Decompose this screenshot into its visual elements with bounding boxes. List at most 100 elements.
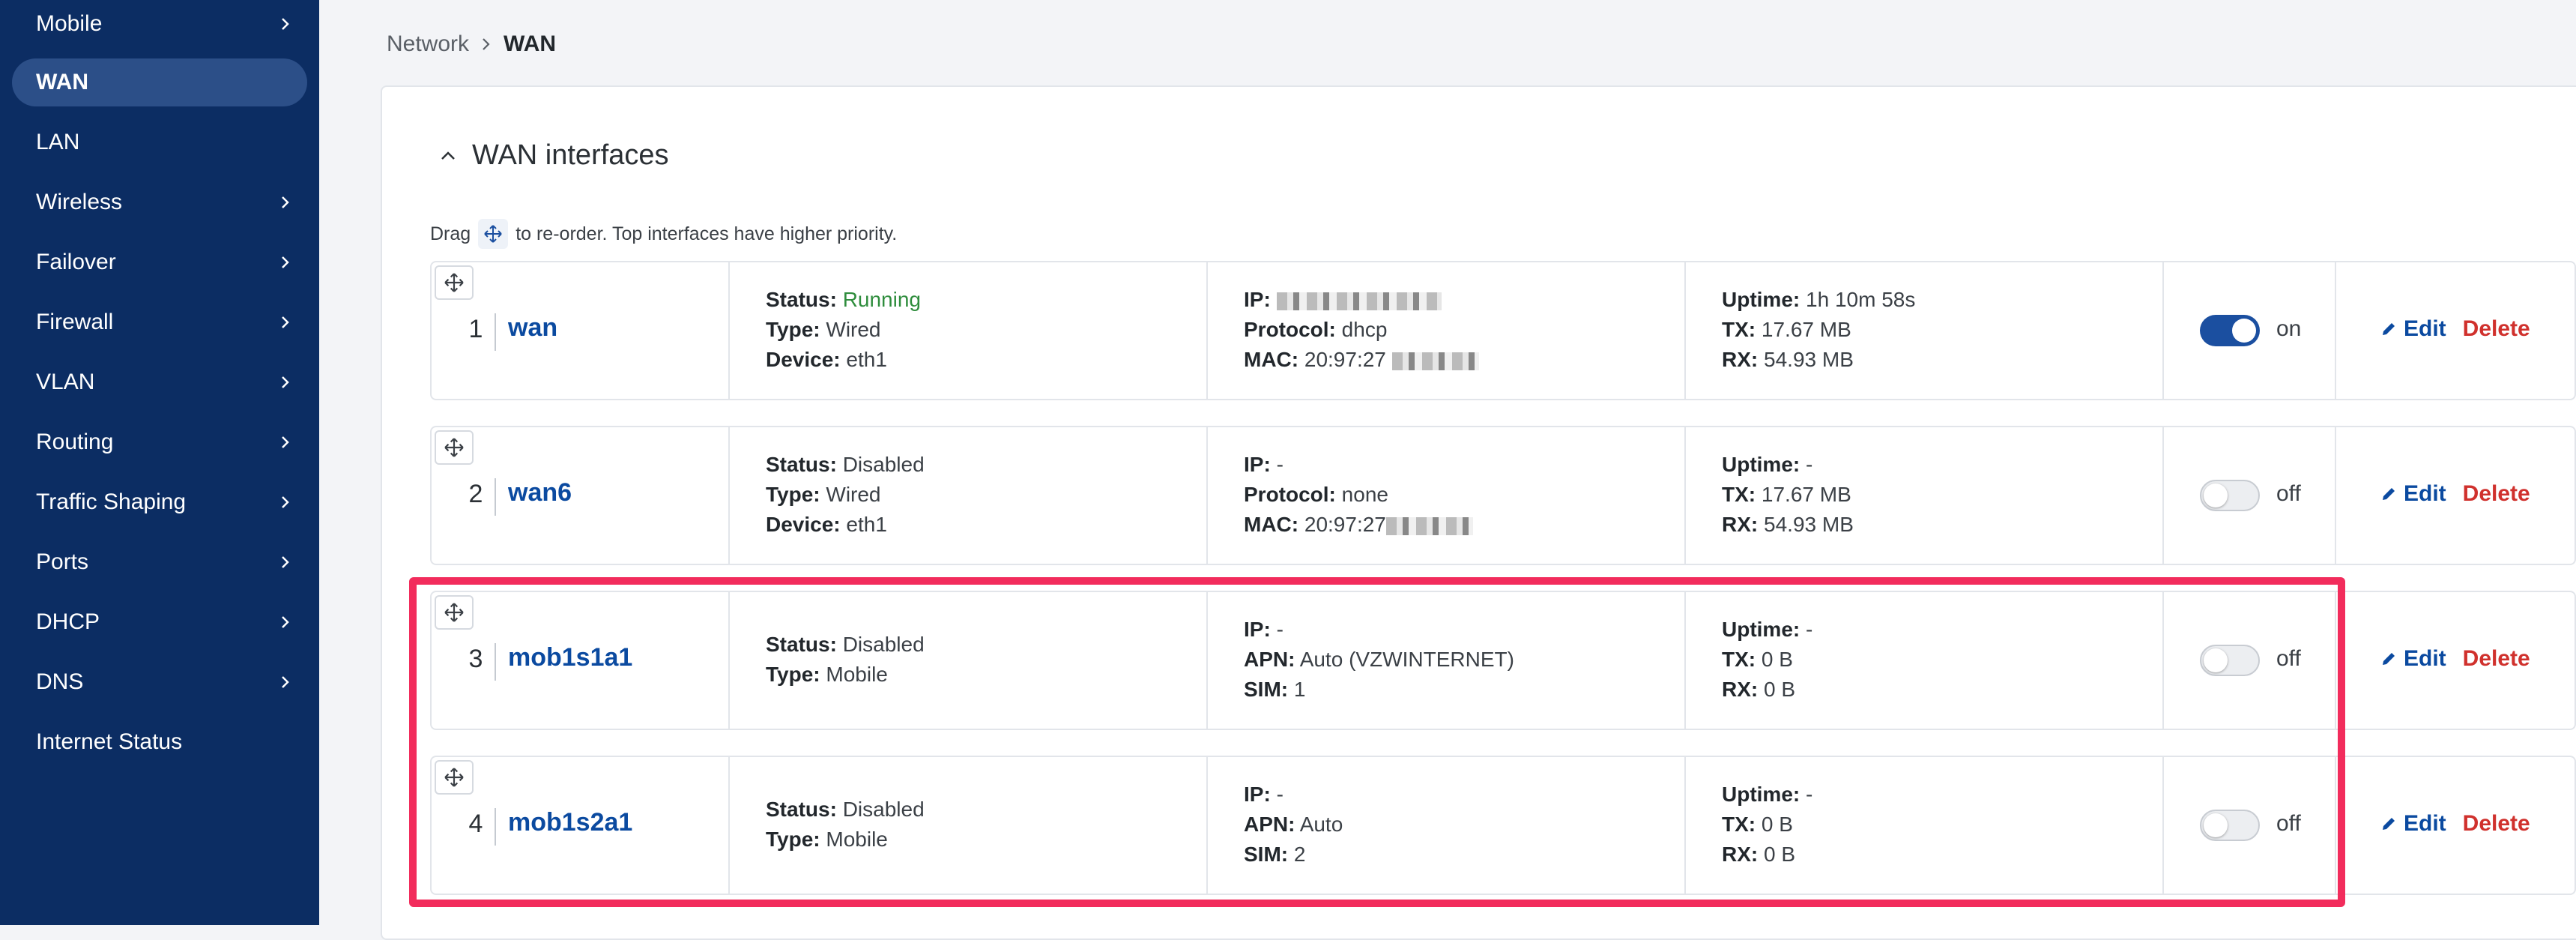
divider [495,643,496,681]
interface-name[interactable]: mob1s1a1 [508,643,632,672]
sidebar-item-mobile[interactable]: Mobile [12,0,307,48]
toggle-column: off [2162,427,2335,564]
delete-button[interactable]: Delete [2463,316,2530,342]
type-label: Type: [766,318,820,341]
drag-handle[interactable] [435,430,474,465]
sidebar-item-label: Firewall [36,310,114,334]
delete-button[interactable]: Delete [2463,646,2530,672]
sidebar-item-label: VLAN [36,370,95,394]
status-column: Status: Disabled Type: Mobile [728,757,1206,894]
toggle-state: off [2276,481,2301,506]
network-column: IP: Protocol: dhcp MAC: 20:97:27 [1206,262,1684,399]
mac-label: MAC: [1244,348,1299,371]
sidebar-item-dns[interactable]: DNS [12,658,307,706]
section-header[interactable]: WAN interfaces [438,139,669,172]
section-title: WAN interfaces [472,139,669,171]
status-column: Status: Disabled Type: Mobile [728,592,1206,729]
actions-column: Edit Delete [2335,262,2575,399]
type-label: Type: [766,828,820,851]
sidebar-item-dhcp[interactable]: DHCP [12,598,307,646]
enable-toggle[interactable] [2200,315,2260,346]
delete-button[interactable]: Delete [2463,811,2530,837]
toggle-column: off [2162,757,2335,894]
sidebar-item-label: Traffic Shaping [36,489,187,514]
rx-value: 54.93 MB [1764,513,1854,536]
uptime-value: 1h 10m 58s [1806,288,1916,311]
move-icon [444,273,464,292]
tx-value: 0 B [1761,648,1793,671]
drag-handle[interactable] [435,760,474,795]
toggle-knob [2232,319,2256,343]
sidebar-item-wireless[interactable]: Wireless [12,178,307,226]
edit-button[interactable]: Edit [2380,646,2446,672]
rx-label: RX: [1722,348,1759,371]
pencil-icon [2383,818,2395,830]
type-label: Type: [766,483,820,506]
chevron-up-icon[interactable] [438,145,459,166]
chevron-right-icon [282,556,289,568]
edit-label: Edit [2404,811,2446,836]
protocol-value: dhcp [1341,318,1388,341]
move-icon [444,768,464,787]
tx-value: 17.67 MB [1761,318,1851,341]
sidebar: Mobile WAN LAN Wireless Failover Firewal… [0,0,319,925]
enable-toggle[interactable] [2200,480,2260,511]
sidebar-item-routing[interactable]: Routing [12,418,307,466]
pencil-icon [2383,488,2395,500]
device-label: Device: [766,348,841,371]
enable-toggle[interactable] [2200,645,2260,676]
drag-icon [478,219,509,249]
delete-button[interactable]: Delete [2463,481,2530,507]
redacted-mac [1385,516,1473,535]
breadcrumb: Network WAN [387,31,556,57]
chevron-right-icon [282,18,289,30]
interface-name[interactable]: wan [508,313,557,343]
type-value: Mobile [826,663,888,686]
drag-handle[interactable] [435,265,474,300]
status-label: Status: [766,453,837,476]
chevron-right-icon [282,196,289,208]
uptime-value: - [1806,453,1813,476]
tx-label: TX: [1722,483,1756,506]
pencil-icon [2383,323,2395,335]
apn-value: Auto [1299,813,1343,836]
rx-label: RX: [1722,678,1759,701]
hint-text-before: Drag [430,223,471,244]
edit-button[interactable]: Edit [2380,811,2446,837]
interface-index: 2 [468,480,483,508]
sidebar-item-lan[interactable]: LAN [12,118,307,166]
sidebar-item-firewall[interactable]: Firewall [12,298,307,346]
sidebar-item-label: Ports [36,549,89,574]
tx-label: TX: [1722,318,1756,341]
edit-button[interactable]: Edit [2380,316,2446,342]
sidebar-item-label: WAN [36,70,88,94]
sidebar-item-traffic-shaping[interactable]: Traffic Shaping [12,478,307,526]
tx-label: TX: [1722,648,1756,671]
sidebar-item-internet-status[interactable]: Internet Status [12,718,307,766]
toggle-state: off [2276,811,2301,836]
drag-handle[interactable] [435,595,474,630]
sidebar-item-vlan[interactable]: VLAN [12,358,307,406]
sidebar-item-label: DNS [36,669,84,694]
uptime-value: - [1806,618,1813,641]
breadcrumb-parent[interactable]: Network [387,31,469,57]
sidebar-item-failover[interactable]: Failover [12,238,307,286]
enable-toggle[interactable] [2200,810,2260,841]
chevron-right-icon [282,316,289,328]
type-value: Mobile [826,828,888,851]
divider [495,808,496,846]
sidebar-item-ports[interactable]: Ports [12,538,307,586]
type-value: Wired [826,318,881,341]
edit-button[interactable]: Edit [2380,481,2446,507]
sidebar-item-wan[interactable]: WAN [12,58,307,106]
divider [495,478,496,516]
tx-label: TX: [1722,813,1756,836]
breadcrumb-current: WAN [504,31,557,56]
interface-name[interactable]: mob1s2a1 [508,808,632,837]
traffic-column: Uptime: 1h 10m 58s TX: 17.67 MB RX: 54.9… [1684,262,2162,399]
ip-value: - [1276,783,1284,806]
move-icon [444,603,464,622]
interface-name[interactable]: wan6 [508,478,572,507]
rx-value: 0 B [1764,843,1796,866]
ip-label: IP: [1244,288,1271,311]
